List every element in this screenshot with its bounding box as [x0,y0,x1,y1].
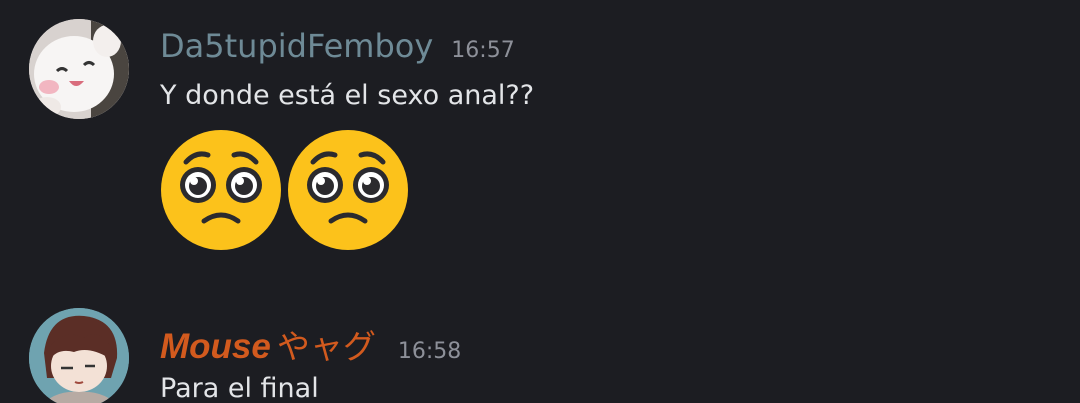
message-text: Para el final [160,373,319,403]
white-plush-bear-avatar-icon [29,19,129,119]
author-name-suffix[interactable]: やャグ [277,327,376,366]
anime-character-avatar-icon [29,308,129,403]
author-name[interactable]: Da5tupidFemboy [160,27,433,65]
message-timestamp[interactable]: 16:57 [451,38,514,63]
message-text: Y donde está el sexo anal?? [160,80,535,111]
message-header: Da5tupidFemboy 16:57 [160,27,515,65]
message-header: Mouse やャグ 16:58 [160,320,461,368]
message-timestamp[interactable]: 16:58 [398,339,461,364]
avatar[interactable] [29,19,129,119]
avatar[interactable] [29,308,129,403]
pleading-face-emoji-icon[interactable] [287,129,409,251]
pleading-face-emoji-icon[interactable] [160,129,282,251]
author-name[interactable]: Mouse [160,327,271,366]
